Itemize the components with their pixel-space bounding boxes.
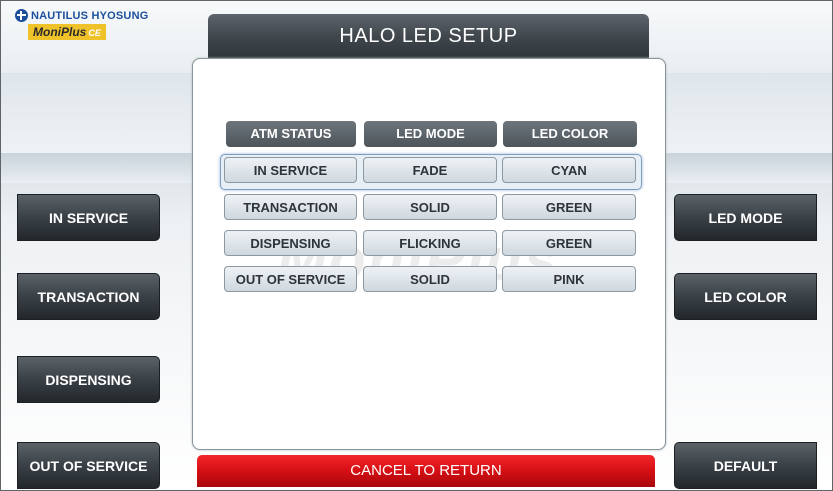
cell-status: OUT OF SERVICE bbox=[224, 266, 357, 292]
cell-mode: FADE bbox=[363, 157, 497, 183]
globe-icon bbox=[15, 9, 28, 22]
header-led-mode: LED MODE bbox=[364, 121, 497, 147]
cell-color: PINK bbox=[502, 266, 636, 292]
main-panel: MoniPlus ATM STATUS LED MODE LED COLOR I… bbox=[192, 58, 666, 450]
dispensing-button[interactable]: DISPENSING bbox=[17, 356, 160, 403]
cell-mode: SOLID bbox=[363, 194, 497, 220]
default-button[interactable]: DEFAULT bbox=[674, 442, 817, 489]
led-mode-button[interactable]: LED MODE bbox=[674, 194, 817, 241]
cancel-to-return-button[interactable]: CANCEL TO RETURN bbox=[197, 455, 655, 487]
transaction-button[interactable]: TRANSACTION bbox=[17, 273, 160, 320]
product-suffix: CE bbox=[88, 28, 101, 38]
cell-mode: FLICKING bbox=[363, 230, 497, 256]
out-of-service-button[interactable]: OUT OF SERVICE bbox=[17, 442, 160, 489]
header-atm-status: ATM STATUS bbox=[226, 121, 356, 147]
product-name: MoniPlus bbox=[33, 25, 87, 39]
in-service-button[interactable]: IN SERVICE bbox=[17, 194, 160, 241]
product-logo: MoniPlus CE bbox=[28, 24, 106, 40]
cell-color: CYAN bbox=[502, 157, 636, 183]
atm-screen: NAUTILUS HYOSUNG MoniPlus CE HALO LED SET… bbox=[0, 0, 833, 491]
header-led-color: LED COLOR bbox=[503, 121, 637, 147]
cell-status: TRANSACTION bbox=[224, 194, 357, 220]
cell-status: DISPENSING bbox=[224, 230, 357, 256]
led-color-button[interactable]: LED COLOR bbox=[674, 273, 817, 320]
company-name: NAUTILUS HYOSUNG bbox=[31, 9, 149, 22]
page-title: HALO LED SETUP bbox=[208, 14, 649, 58]
cell-status: IN SERVICE bbox=[224, 157, 357, 183]
cell-color: GREEN bbox=[502, 194, 636, 220]
cell-mode: SOLID bbox=[363, 266, 497, 292]
cell-color: GREEN bbox=[502, 230, 636, 256]
brand-logo: NAUTILUS HYOSUNG MoniPlus CE bbox=[15, 9, 148, 41]
